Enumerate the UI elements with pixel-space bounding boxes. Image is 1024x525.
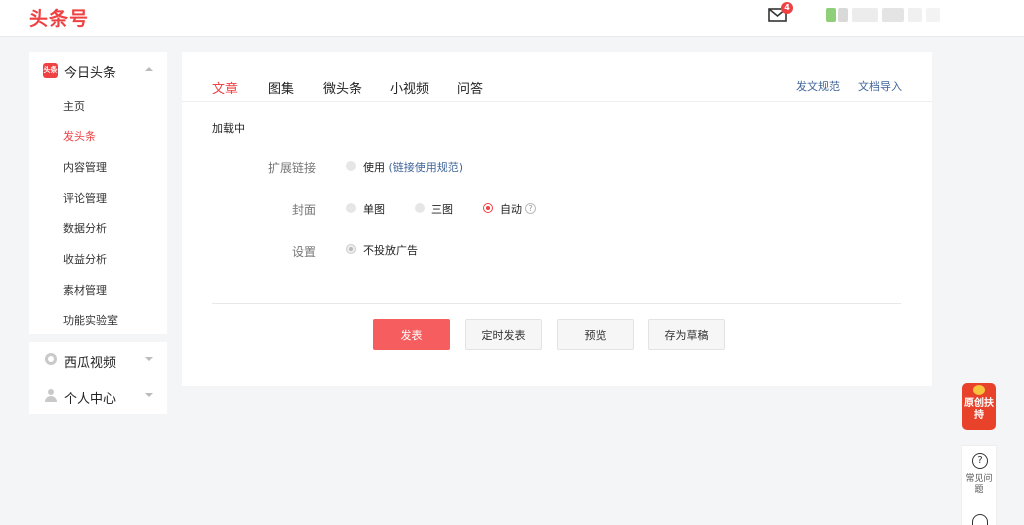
content-type-tabs: 文章 图集 微头条 小视频 问答 发文规范 文档导入: [182, 52, 932, 102]
cover-label: 封面: [291, 203, 316, 217]
chevron-down-icon: [145, 393, 153, 397]
headset-icon[interactable]: [972, 514, 988, 525]
preview-button[interactable]: 预览: [557, 319, 634, 350]
toutiao-app-icon: 头条: [43, 63, 58, 78]
sidebar-item-home[interactable]: 主页: [63, 98, 85, 114]
cover-triple-radio[interactable]: [415, 203, 425, 213]
save-draft-button[interactable]: 存为草稿: [648, 319, 725, 350]
sidebar-toutiao-header[interactable]: 头条 今日头条: [29, 52, 167, 88]
medal-icon: [973, 385, 985, 395]
doc-import-link[interactable]: 文档导入: [858, 78, 902, 94]
sidebar-user-header[interactable]: 个人中心: [29, 378, 167, 414]
tab-micro-toutiao[interactable]: 微头条: [323, 78, 362, 97]
settings-label: 设置: [291, 245, 316, 259]
tab-gallery[interactable]: 图集: [268, 78, 294, 97]
chevron-up-icon: [145, 67, 153, 71]
original-support-badge[interactable]: 原创扶持: [962, 383, 996, 430]
question-circle-icon: ?: [972, 453, 988, 469]
sidebar-item-content[interactable]: 内容管理: [63, 159, 107, 175]
sidebar-xigua-label: 西瓜视频: [64, 356, 117, 371]
sidebar-xigua-group[interactable]: 西瓜视频: [29, 342, 167, 378]
cover-single-radio[interactable]: [346, 203, 356, 213]
tab-short-video[interactable]: 小视频: [390, 78, 429, 97]
sidebar-user-label: 个人中心: [64, 392, 117, 407]
original-support-text: 原创扶持: [964, 398, 994, 421]
chevron-down-icon: [145, 357, 153, 361]
ext-link-rules-link[interactable]: (链接使用规范): [389, 161, 464, 174]
sidebar-item-materials[interactable]: 素材管理: [63, 282, 107, 298]
sidebar-xigua-header[interactable]: 西瓜视频: [29, 342, 167, 378]
xigua-video-icon: [45, 353, 57, 365]
form-divider: [212, 303, 901, 304]
sidebar-item-income[interactable]: 收益分析: [63, 251, 107, 267]
mail-badge: 4: [781, 2, 793, 14]
schedule-publish-button[interactable]: 定时发表: [465, 319, 542, 350]
publish-rules-link[interactable]: 发文规范: [796, 78, 840, 94]
user-avatar[interactable]: [826, 8, 946, 22]
sidebar-toutiao-label: 今日头条: [64, 66, 117, 81]
no-ads-label[interactable]: 不投放广告: [363, 242, 418, 258]
cover-auto-radio[interactable]: [483, 203, 493, 213]
ext-link-radio[interactable]: [346, 161, 356, 171]
help-panel[interactable]: ? 常见问题: [961, 445, 997, 525]
publish-button[interactable]: 发表: [373, 319, 450, 350]
loading-text: 加载中: [212, 122, 245, 135]
tab-qa[interactable]: 问答: [457, 78, 483, 97]
publish-card: 文章 图集 微头条 小视频 问答 发文规范 文档导入 加载中 扩展链接 使用 (…: [182, 52, 932, 386]
sidebar-item-comments[interactable]: 评论管理: [63, 190, 107, 206]
no-ads-radio[interactable]: [346, 244, 356, 254]
user-icon: [45, 389, 57, 402]
sidebar-item-publish[interactable]: 发头条: [63, 128, 96, 144]
sidebar-item-data[interactable]: 数据分析: [63, 220, 107, 236]
ext-link-option[interactable]: 使用 (链接使用规范): [363, 159, 463, 175]
faq-label[interactable]: 常见问题: [962, 474, 996, 496]
toutiaohao-logo[interactable]: 头条号: [29, 4, 89, 31]
cover-single-label[interactable]: 单图: [363, 201, 385, 217]
ext-link-label: 扩展链接: [267, 161, 316, 175]
top-header: 头条号 4: [0, 0, 1024, 37]
sidebar-item-lab[interactable]: 功能实验室: [63, 312, 118, 328]
cover-triple-label[interactable]: 三图: [431, 201, 453, 217]
tab-article[interactable]: 文章: [212, 78, 238, 97]
sidebar-user-group[interactable]: 个人中心: [29, 378, 167, 414]
sidebar-toutiao-group: 头条 今日头条 主页 发头条 内容管理 评论管理 数据分析 收益分析 素材管理 …: [29, 52, 167, 334]
ext-link-option-label: 使用: [363, 161, 385, 174]
cover-auto-label[interactable]: 自动: [500, 201, 522, 217]
question-mark-icon[interactable]: ?: [525, 203, 536, 214]
